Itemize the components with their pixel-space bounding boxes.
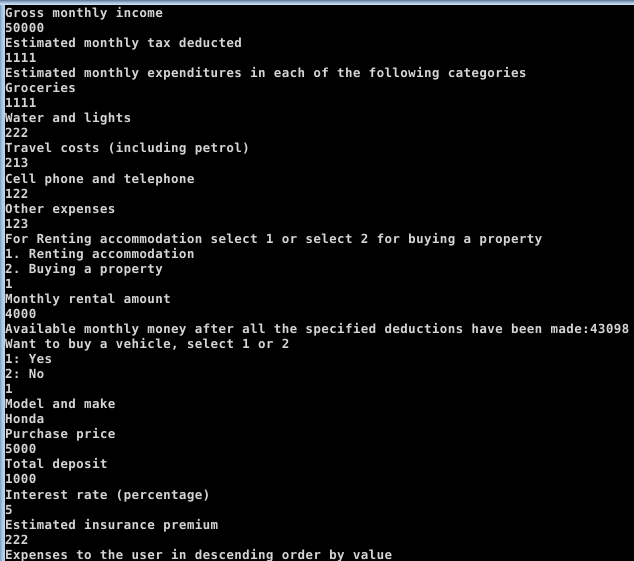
console-line: 2: No: [5, 366, 45, 382]
console-line: 213: [5, 155, 29, 171]
window-top-border: [0, 0, 634, 5]
console-line: 4000: [5, 305, 37, 321]
console-line: Purchase price: [5, 426, 116, 442]
window-left-border: [0, 0, 5, 561]
console-line: Water and lights: [5, 110, 132, 126]
console-line: Estimated insurance premium: [5, 516, 219, 532]
console-line: 5: [5, 501, 13, 517]
console-line: 222: [5, 125, 29, 141]
console-line: Total deposit: [5, 456, 108, 472]
console-line: 1111: [5, 50, 37, 66]
console-line: Expenses to the user in descending order…: [5, 546, 393, 561]
console-line: Other expenses: [5, 200, 116, 216]
console-line: Cell phone and telephone: [5, 170, 195, 186]
console-line: Monthly rental amount: [5, 290, 172, 306]
console-window: Gross monthly income 50000 Estimated month…: [0, 0, 634, 561]
console-line: 2. Buying a property: [5, 260, 164, 276]
console-line: 1: Yes: [5, 351, 53, 367]
console-line: Estimated monthly tax deducted: [5, 35, 243, 51]
console-line: 1: [5, 275, 13, 291]
console-line: Groceries: [5, 80, 77, 96]
console-line: Want to buy a vehicle, select 1 or 2: [5, 336, 290, 352]
console-line: For Renting accommodation select 1 or se…: [5, 230, 543, 246]
console-line: Estimated monthly expenditures in each o…: [5, 65, 527, 81]
console-line: 122: [5, 185, 29, 201]
console-line: 1000: [5, 471, 37, 487]
console-line: 1: [5, 381, 13, 397]
console-line: 50000: [5, 20, 45, 36]
console-line: Interest rate (percentage): [5, 486, 211, 502]
console-screen[interactable]: Gross monthly income 50000 Estimated month…: [5, 5, 634, 561]
console-output-text: Gross monthly income 50000 Estimated month…: [5, 5, 634, 561]
console-line: 222: [5, 531, 29, 547]
console-line: Gross monthly income: [5, 5, 164, 20]
console-line: Available monthly money after all the sp…: [5, 320, 630, 336]
console-line: Model and make: [5, 396, 116, 412]
console-line: 1. Renting accommodation: [5, 245, 195, 261]
console-line: 123: [5, 215, 29, 231]
console-line: Travel costs (including petrol): [5, 140, 251, 156]
console-line: Honda: [5, 411, 45, 427]
console-line: 1111: [5, 95, 37, 111]
console-line: 5000: [5, 441, 37, 457]
